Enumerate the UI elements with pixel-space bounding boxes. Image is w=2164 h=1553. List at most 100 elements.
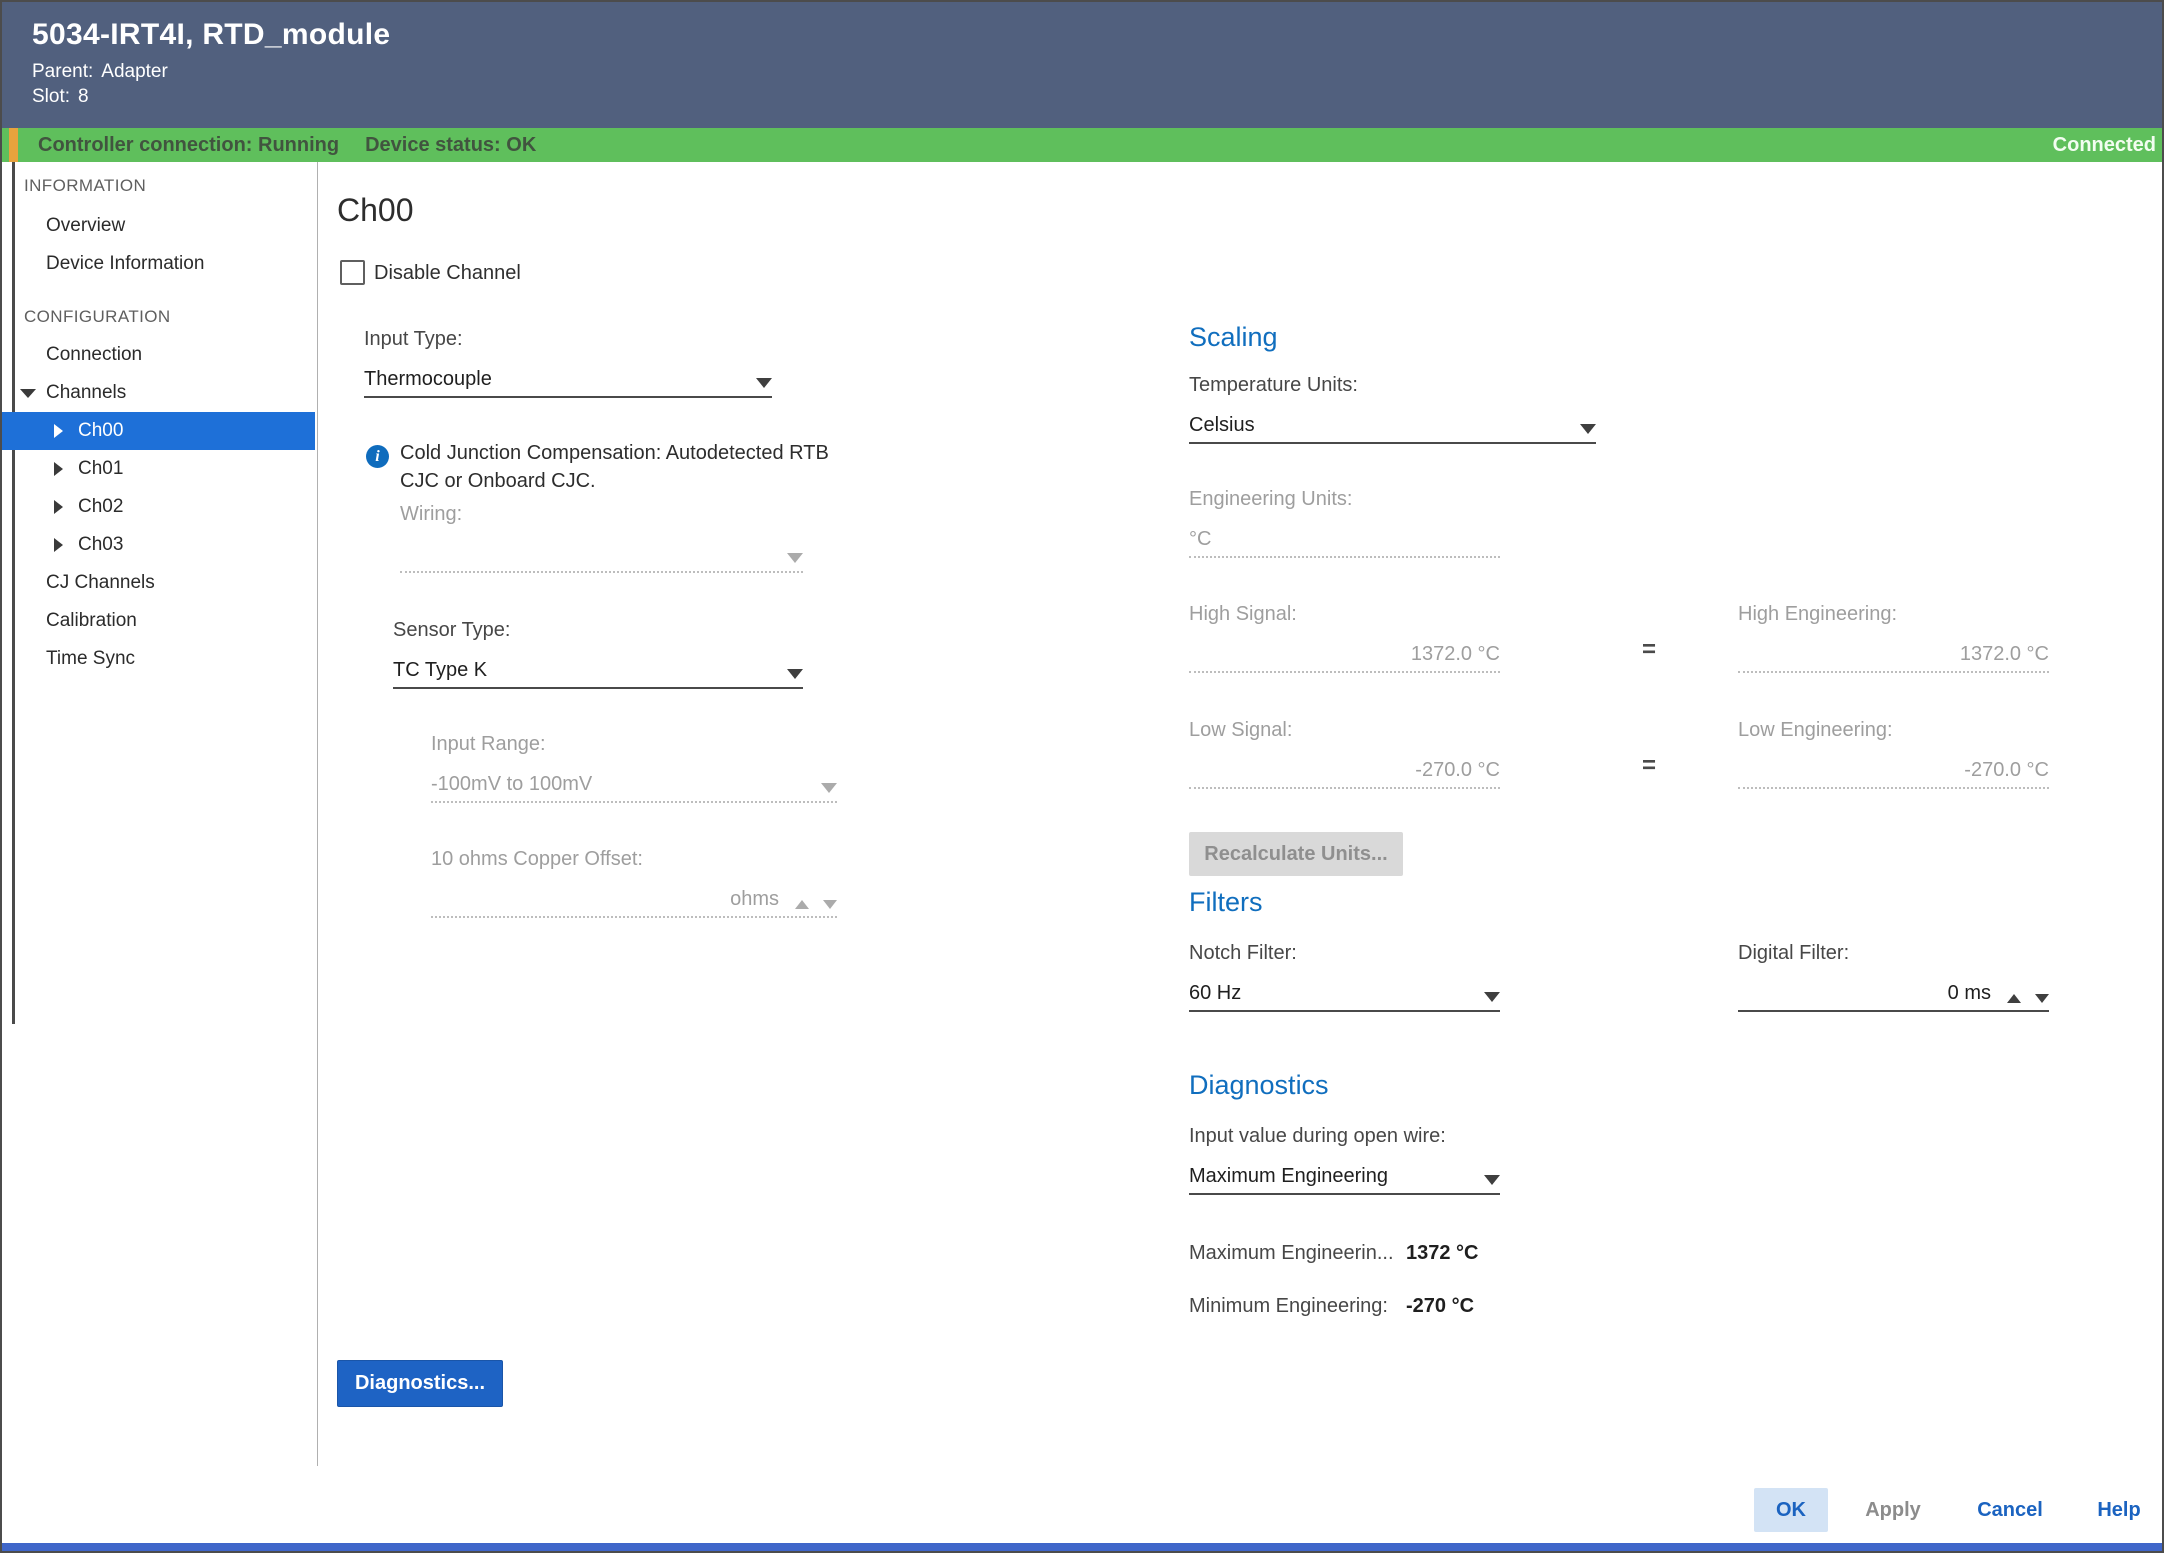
- status-bar: Controller connection: Running Device st…: [2, 128, 2162, 162]
- ok-button[interactable]: OK: [1754, 1488, 1828, 1532]
- slot-label: Slot:: [32, 86, 70, 107]
- engineering-units-field: °C: [1189, 517, 1500, 558]
- digital-filter-value: 0 ms: [1948, 982, 1991, 1005]
- connected-status: Connected: [2053, 134, 2156, 157]
- help-button[interactable]: Help: [2082, 1488, 2156, 1532]
- input-range-combo: Input Range: -100mV to 100mV: [431, 733, 837, 803]
- open-wire-value: Maximum Engineering: [1189, 1165, 1388, 1188]
- digital-filter-combo: Digital Filter: 0 ms: [1738, 942, 2049, 1012]
- max-engineering-label: Maximum Engineerin...: [1189, 1242, 1394, 1265]
- controller-connection-status: Controller connection: Running: [38, 134, 339, 157]
- chevron-down-icon: [1580, 424, 1596, 434]
- parent-line: Parent: Adapter: [32, 61, 2162, 83]
- ch02-label: Ch02: [2, 496, 123, 518]
- sidebar-item-connection[interactable]: Connection: [2, 336, 315, 374]
- high-engineering-value: 1372.0 °C: [1960, 643, 2049, 666]
- wiring-select: [400, 532, 803, 573]
- disable-channel-checkbox[interactable]: [340, 260, 365, 285]
- sensor-type-combo: Sensor Type: TC Type K: [393, 619, 803, 689]
- sidebar-item-ch00[interactable]: Ch00: [2, 412, 315, 450]
- high-signal-field: 1372.0 °C: [1189, 632, 1500, 673]
- device-information-label: Device Information: [2, 253, 204, 275]
- module-config-window: 5034-IRT4I, RTD_module Parent: Adapter Sl…: [0, 0, 2164, 1553]
- apply-button: Apply: [1850, 1488, 1936, 1532]
- sidebar-item-channels[interactable]: Channels: [2, 374, 315, 412]
- info-icon: i: [366, 445, 389, 468]
- page-title: Ch00: [337, 192, 414, 229]
- sidebar-item-time-sync[interactable]: Time Sync: [2, 640, 315, 678]
- low-engineering-value: -270.0 °C: [1964, 759, 2049, 782]
- diagnostics-button[interactable]: Diagnostics...: [337, 1360, 503, 1407]
- temperature-units-select[interactable]: Celsius: [1189, 403, 1596, 444]
- cj-channels-label: CJ Channels: [2, 572, 155, 594]
- calibration-label: Calibration: [2, 610, 137, 632]
- spin-up-icon: [795, 900, 809, 909]
- open-wire-label: Input value during open wire:: [1189, 1125, 1500, 1148]
- section-header-configuration: CONFIGURATION: [2, 298, 315, 336]
- chevron-down-icon: [756, 378, 772, 388]
- temperature-units-label: Temperature Units:: [1189, 374, 1596, 397]
- cancel-button[interactable]: Cancel: [1964, 1488, 2056, 1532]
- notch-filter-combo: Notch Filter: 60 Hz: [1189, 942, 1500, 1012]
- copper-offset-label: 10 ohms Copper Offset:: [431, 848, 837, 871]
- sidebar-item-overview[interactable]: Overview: [2, 207, 315, 245]
- high-signal-combo: High Signal: 1372.0 °C: [1189, 603, 1500, 673]
- spin-down-button[interactable]: [2035, 994, 2049, 1003]
- input-type-label: Input Type:: [364, 328, 772, 351]
- spin-up-button[interactable]: [2007, 994, 2021, 1003]
- sensor-type-select[interactable]: TC Type K: [393, 648, 803, 689]
- high-engineering-label: High Engineering:: [1738, 603, 2049, 626]
- time-sync-label: Time Sync: [2, 648, 135, 670]
- device-status: Device status: OK: [365, 134, 536, 157]
- high-engineering-field: 1372.0 °C: [1738, 632, 2049, 673]
- overview-label: Overview: [2, 215, 125, 237]
- window-title: 5034-IRT4I, RTD_module: [32, 18, 2162, 52]
- parent-label: Parent:: [32, 61, 93, 82]
- sidebar-item-ch01[interactable]: Ch01: [2, 450, 315, 488]
- section-header-information: INFORMATION: [2, 167, 315, 205]
- warning-strip-icon: [9, 128, 18, 162]
- ch00-label: Ch00: [2, 420, 123, 442]
- low-signal-value: -270.0 °C: [1415, 759, 1500, 782]
- disable-channel-label: Disable Channel: [374, 262, 521, 285]
- input-type-select[interactable]: Thermocouple: [364, 357, 772, 398]
- slot-value: 8: [78, 86, 89, 107]
- ch03-label: Ch03: [2, 534, 123, 556]
- parent-value: Adapter: [101, 61, 168, 82]
- diagnostics-heading: Diagnostics: [1189, 1070, 1329, 1101]
- equals-sign: =: [1642, 636, 1656, 664]
- sidebar-item-device-information[interactable]: Device Information: [2, 245, 315, 283]
- digital-filter-stepper[interactable]: 0 ms: [1738, 971, 2049, 1012]
- open-wire-select[interactable]: Maximum Engineering: [1189, 1154, 1500, 1195]
- copper-offset-stepper: ohms: [431, 877, 837, 918]
- spin-down-icon: [823, 900, 837, 909]
- min-engineering-value: -270 °C: [1406, 1295, 1474, 1318]
- min-engineering-label: Minimum Engineering:: [1189, 1295, 1388, 1318]
- low-signal-combo: Low Signal: -270.0 °C: [1189, 719, 1500, 789]
- low-signal-field: -270.0 °C: [1189, 748, 1500, 789]
- sidebar-item-ch03[interactable]: Ch03: [2, 526, 315, 564]
- engineering-units-combo: Engineering Units: °C: [1189, 488, 1500, 558]
- notch-filter-select[interactable]: 60 Hz: [1189, 971, 1500, 1012]
- scaling-heading: Scaling: [1189, 322, 1278, 353]
- bottom-strip: [2, 1543, 2162, 1551]
- sidebar-divider: [317, 162, 318, 1466]
- digital-filter-label: Digital Filter:: [1738, 942, 2049, 965]
- window-header: 5034-IRT4I, RTD_module Parent: Adapter Sl…: [2, 2, 2162, 128]
- cjc-info-text: Cold Junction Compensation: Autodetected…: [400, 439, 870, 495]
- notch-filter-label: Notch Filter:: [1189, 942, 1500, 965]
- copper-offset-unit: ohms: [730, 888, 779, 911]
- notch-filter-value: 60 Hz: [1189, 982, 1241, 1005]
- sidebar-item-cj-channels[interactable]: CJ Channels: [2, 564, 315, 602]
- low-signal-label: Low Signal:: [1189, 719, 1500, 742]
- low-engineering-field: -270.0 °C: [1738, 748, 2049, 789]
- sidebar-item-ch02[interactable]: Ch02: [2, 488, 315, 526]
- recalculate-units-button: Recalculate Units...: [1189, 832, 1403, 876]
- temperature-units-value: Celsius: [1189, 414, 1255, 437]
- chevron-down-icon: [787, 669, 803, 679]
- chevron-down-icon: [1484, 1175, 1500, 1185]
- high-signal-label: High Signal:: [1189, 603, 1500, 626]
- engineering-units-value: °C: [1189, 528, 1211, 551]
- sidebar-item-calibration[interactable]: Calibration: [2, 602, 315, 640]
- max-engineering-value: 1372 °C: [1406, 1242, 1479, 1265]
